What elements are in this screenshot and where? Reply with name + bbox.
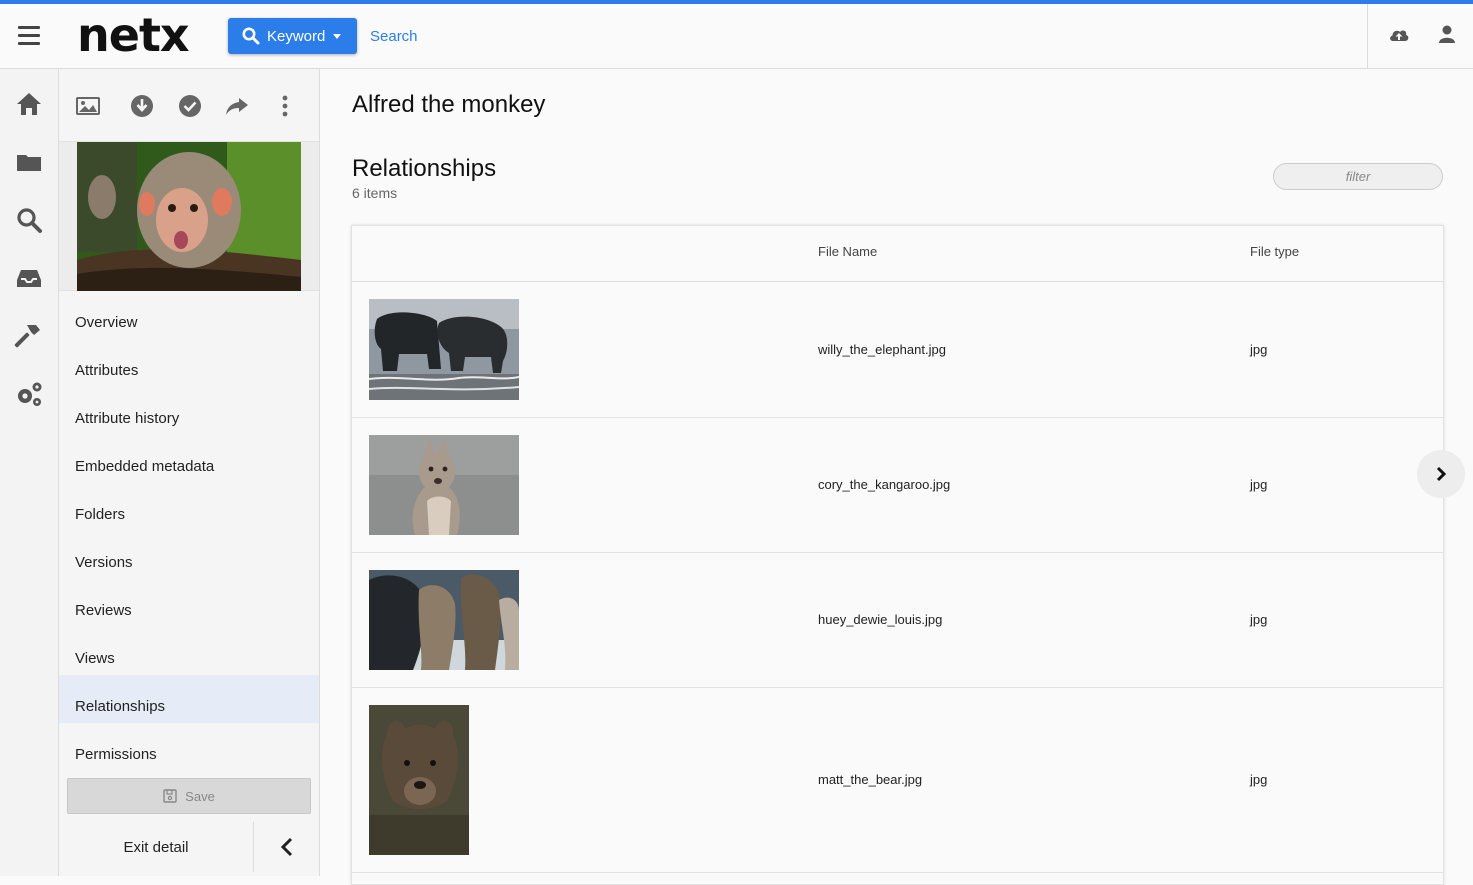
save-label: Save — [185, 788, 215, 804]
file-type: jpg — [1250, 612, 1268, 627]
detail-footer: Exit detail — [59, 822, 319, 872]
asset-detail-panel: Overview Attributes Attribute history Embed… — [59, 69, 320, 876]
cloud-upload-icon[interactable] — [1388, 24, 1410, 46]
detail-menu-item-folders[interactable]: Folders — [59, 483, 319, 531]
asset-title: Alfred the monkey — [352, 91, 546, 118]
detail-menu-item-overview[interactable]: Overview — [59, 291, 319, 339]
check-circle-icon[interactable] — [177, 93, 203, 119]
exit-detail-button[interactable]: Exit detail — [59, 822, 254, 872]
main-content: Alfred the monkey Relationships 6 items … — [320, 69, 1473, 885]
search-input[interactable] — [362, 22, 962, 50]
chevron-down-icon — [333, 33, 342, 39]
inbox-tray-icon[interactable] — [14, 263, 44, 293]
bear-thumbnail — [369, 705, 469, 855]
search-icon[interactable] — [14, 205, 44, 235]
column-header-file-type[interactable]: File type — [1250, 244, 1299, 259]
horses-thumbnail — [369, 570, 519, 670]
app-header: netx Keyword — [0, 4, 1473, 69]
settings-gears-icon[interactable] — [14, 379, 44, 409]
chevron-right-icon — [1436, 466, 1447, 482]
detail-menu-item-reviews[interactable]: Reviews — [59, 579, 319, 627]
keyword-search-type-button[interactable]: Keyword — [228, 18, 357, 54]
table-row[interactable]: willy_the_elephant.jpg jpg — [352, 282, 1443, 418]
file-name: huey_dewie_louis.jpg — [818, 612, 943, 627]
search-icon — [242, 27, 260, 45]
user-icon[interactable] — [1437, 24, 1457, 46]
detail-menu-item-versions[interactable]: Versions — [59, 531, 319, 579]
detail-menu-item-views[interactable]: Views — [59, 627, 319, 675]
file-name: matt_the_bear.jpg — [818, 772, 923, 787]
filter-input[interactable] — [1273, 163, 1443, 190]
table-row[interactable]: huey_dewie_louis.jpg jpg — [352, 553, 1443, 688]
asset-toolbar — [59, 69, 319, 142]
detail-menu-item-permissions[interactable]: Permissions — [59, 723, 319, 771]
column-header-file-name[interactable]: File Name — [818, 244, 877, 259]
chevron-left-icon[interactable] — [264, 834, 310, 860]
keyword-label: Keyword — [267, 27, 326, 45]
share-forward-icon[interactable] — [224, 93, 250, 119]
detail-menu-item-attribute-history[interactable]: Attribute history — [59, 387, 319, 435]
table-row[interactable]: matt_the_bear.jpg jpg — [352, 688, 1443, 873]
detail-nav-menu: Overview Attributes Attribute history Embed… — [59, 291, 319, 771]
monkey-image — [77, 142, 301, 291]
save-button[interactable]: Save — [67, 778, 311, 814]
hammer-tools-icon[interactable] — [14, 321, 44, 351]
detail-menu-item-embedded-metadata[interactable]: Embedded metadata — [59, 435, 319, 483]
relationships-table: File Name File type willy_the_elephant.j… — [351, 225, 1444, 885]
file-name: cory_the_kangaroo.jpg — [818, 477, 951, 492]
elephant-thumbnail — [369, 299, 519, 400]
item-count: 6 items — [352, 185, 398, 201]
home-icon[interactable] — [14, 89, 44, 119]
file-type: jpg — [1250, 772, 1268, 787]
file-type: jpg — [1250, 342, 1268, 357]
section-title: Relationships — [352, 155, 497, 182]
header-actions — [1367, 4, 1473, 68]
table-row[interactable]: cory_the_kangaroo.jpg jpg — [352, 418, 1443, 553]
more-vertical-icon[interactable] — [272, 93, 298, 119]
image-icon[interactable] — [75, 93, 101, 119]
hamburger-menu-icon[interactable] — [18, 26, 40, 46]
next-asset-button[interactable] — [1417, 450, 1465, 498]
kangaroo-thumbnail — [369, 435, 519, 535]
table-header: File Name File type — [352, 226, 1443, 282]
file-type: jpg — [1250, 477, 1268, 492]
detail-menu-item-relationships[interactable]: Relationships — [59, 675, 319, 723]
asset-thumbnail[interactable] — [59, 142, 319, 291]
download-circle-icon[interactable] — [129, 93, 155, 119]
detail-menu-item-attributes[interactable]: Attributes — [59, 339, 319, 387]
left-nav-bar — [0, 69, 59, 876]
file-name: willy_the_elephant.jpg — [818, 342, 946, 357]
folder-icon[interactable] — [14, 147, 44, 177]
netx-logo: netx — [77, 8, 190, 62]
floppy-disk-icon — [163, 789, 177, 803]
